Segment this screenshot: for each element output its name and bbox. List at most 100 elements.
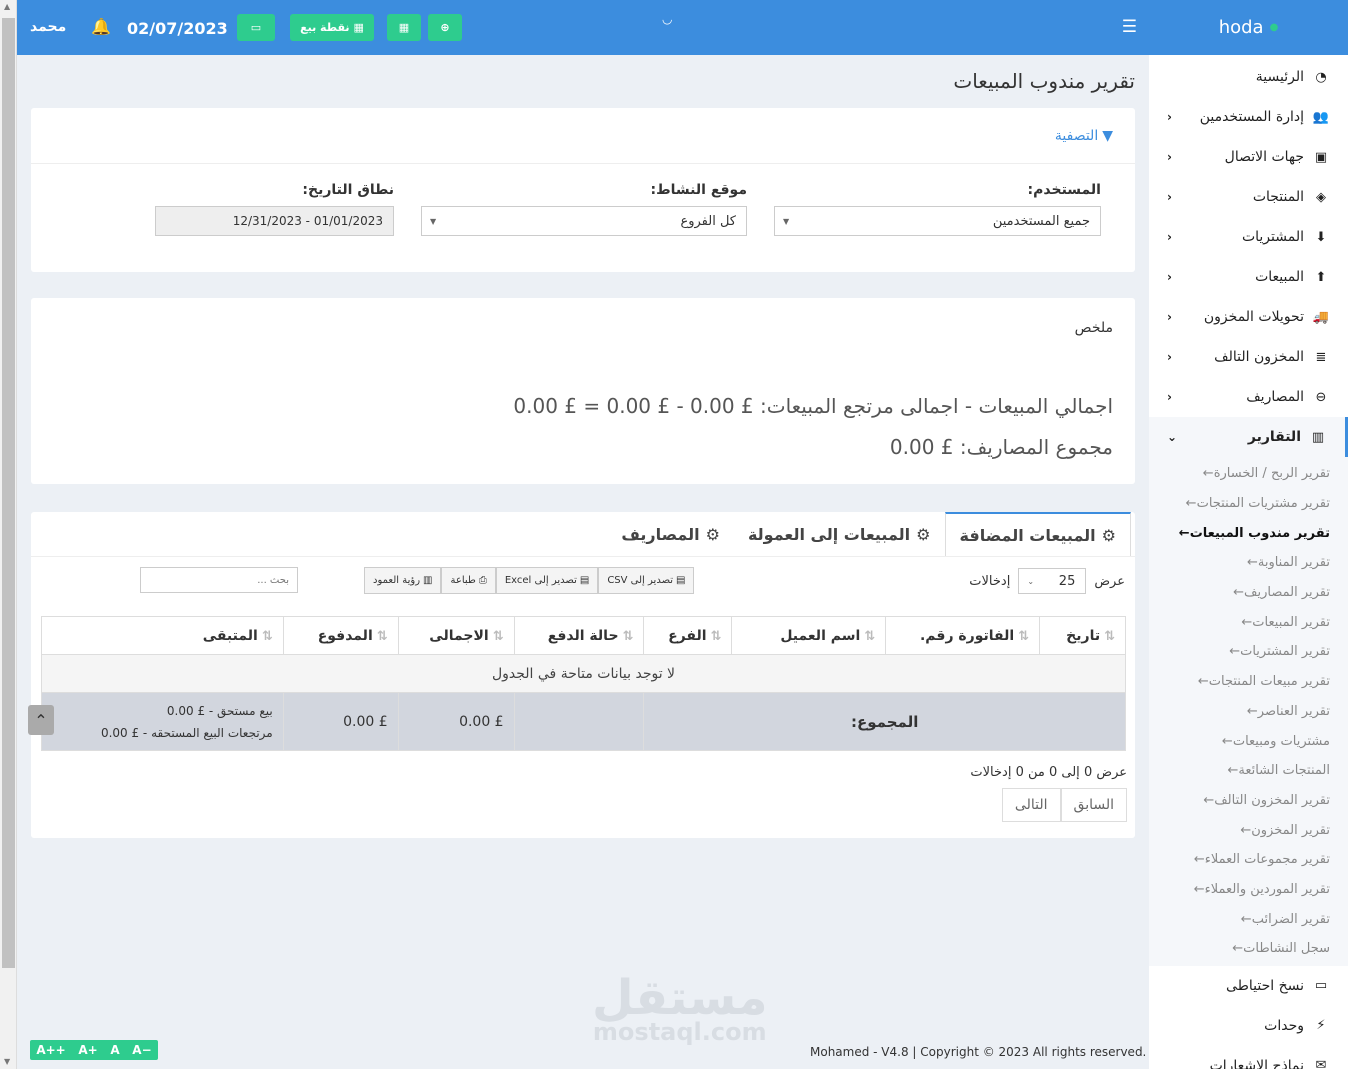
- column-header[interactable]: ⇅المدفوع: [282, 616, 399, 655]
- export-buttons: ▤ تصدير إلى CSV ▤ تصدير إلى Excel ⎙ طباع…: [364, 567, 695, 594]
- bell-icon[interactable]: 🔔: [91, 17, 111, 36]
- scrollbar-thumb[interactable]: [2, 18, 15, 968]
- report-link[interactable]: تقرير المناوبة ←: [1149, 548, 1348, 578]
- sidebar-bottom-item-0[interactable]: ▭ نسخ احتياطى: [1149, 966, 1348, 1006]
- calculator-button[interactable]: ▦: [387, 14, 421, 41]
- due-sell: بيع مستحق - £ 0.00: [166, 703, 273, 718]
- location-select[interactable]: كل الفروع ▼: [421, 206, 747, 236]
- sidebar-item-0[interactable]: ◔ الرئيسية: [1149, 57, 1348, 97]
- chevron-left-icon: ‹: [1167, 270, 1172, 284]
- watermark-latin: mostaql.com: [592, 1018, 767, 1046]
- sidebar-item-6[interactable]: 🚚 تحويلات المخزون ‹: [1149, 297, 1348, 337]
- sidebar-bottom-item-1[interactable]: ⚡ وحدات: [1149, 1006, 1348, 1046]
- font-size-button[interactable]: A++: [36, 1043, 65, 1057]
- prev-page-button[interactable]: السابق: [1060, 788, 1127, 822]
- report-link[interactable]: تقرير المبيعات ←: [1149, 607, 1348, 637]
- table-header-row: ⇅تاريخ ⇅الفاتورة رقم. ⇅اسم العميل ⇅الفرع ⇅حا…: [41, 616, 1126, 655]
- tabs: ⚙ المبيعات المضافة ⚙ المبيعات إلى العمول…: [607, 512, 1131, 556]
- sidebar-item-1[interactable]: 👥 إدارة المستخدمين ‹: [1149, 97, 1348, 137]
- report-link[interactable]: تقرير المخزون ←: [1149, 815, 1348, 845]
- report-link[interactable]: تقرير المصاريف ←: [1149, 578, 1348, 608]
- add-button[interactable]: ⊕: [428, 14, 462, 41]
- report-link-label: تقرير المخزون التالف: [1214, 792, 1330, 808]
- arrow-left-icon: ←: [1202, 466, 1214, 482]
- sort-icon: ⇅: [1018, 628, 1030, 644]
- entries-select[interactable]: 25 ⌄: [1018, 568, 1087, 594]
- sidebar-item-7[interactable]: ≣ المخزون التالف ‹: [1149, 337, 1348, 377]
- report-link[interactable]: تقرير المشتريات ←: [1149, 637, 1348, 667]
- report-link[interactable]: تقرير الربح / الخسارة ←: [1149, 459, 1348, 489]
- sidebar-bottom-item-2[interactable]: ✉ نماذج الإشعارات: [1149, 1046, 1348, 1069]
- report-link[interactable]: تقرير مبيعات المنتجات ←: [1149, 667, 1348, 697]
- column-header[interactable]: ⇅حالة الدفع: [513, 616, 645, 655]
- footer-copyright: Mohamed - V4.8 | Copyright © 2023 All ri…: [810, 1045, 1147, 1059]
- report-link[interactable]: مشتريات ومبيعات ←: [1149, 726, 1348, 756]
- report-link-label: تقرير المناوبة: [1257, 555, 1330, 571]
- user-filter: المستخدم: جميع المستخدمين ▼: [774, 182, 1101, 236]
- sidebar-item-4[interactable]: ⬇ المشتريات ‹: [1149, 217, 1348, 257]
- column-header[interactable]: ⇅الاجمالى: [397, 616, 515, 655]
- column-header-label: الاجمالى: [429, 627, 489, 644]
- search-input[interactable]: [140, 567, 298, 593]
- arrow-down-circle-icon: ⬇: [1315, 229, 1327, 245]
- font-size-button[interactable]: A−: [132, 1043, 151, 1057]
- sidebar-item-label: نماذج الإشعارات: [1209, 1057, 1304, 1069]
- column-header[interactable]: ⇅الفاتورة رقم.: [885, 616, 1041, 655]
- page-title: تقرير مندوب المبيعات: [953, 69, 1135, 93]
- filter-toggle[interactable]: ▼ التصفية: [31, 108, 1135, 164]
- next-page-button[interactable]: التالى: [1001, 788, 1061, 822]
- entries-value: 25: [1058, 573, 1076, 589]
- scroll-to-top-button[interactable]: ⌃: [28, 705, 54, 735]
- column-header[interactable]: ⇅اسم العميل: [731, 616, 887, 655]
- report-link[interactable]: تقرير الموردين والعملاء ←: [1149, 875, 1348, 905]
- tab-added-sales[interactable]: ⚙ المبيعات المضافة: [944, 512, 1131, 556]
- sidebar-item-8[interactable]: ⊖ المصاريف ‹: [1149, 377, 1348, 417]
- tabs-divider: [31, 556, 1135, 557]
- report-link-label: مشتريات ومبيعات: [1232, 733, 1330, 749]
- column-header[interactable]: ⇅تاريخ: [1039, 616, 1126, 655]
- location-filter: موقع النشاط: كل الفروع ▼: [421, 182, 747, 236]
- date-range-input[interactable]: 01/01/2023 - 12/31/2023: [155, 206, 394, 236]
- user-menu[interactable]: محمد: [30, 19, 66, 35]
- tab-expenses[interactable]: ⚙ المصاريف: [607, 512, 734, 556]
- print-button[interactable]: ⎙ طباعة: [441, 567, 496, 594]
- sidebar-item-2[interactable]: ▣ جهات الاتصال ‹: [1149, 137, 1348, 177]
- export-csv-button[interactable]: ▤ تصدير إلى CSV: [598, 567, 695, 594]
- report-link[interactable]: تقرير الضرائب ←: [1149, 904, 1348, 934]
- current-date: 02/07/2023: [127, 19, 228, 38]
- column-visibility-button[interactable]: ▥ رؤية العمود: [364, 567, 442, 594]
- report-link[interactable]: تقرير مندوب المبيعات ←: [1149, 518, 1348, 548]
- show-label: عرض: [1094, 573, 1125, 589]
- sidebar-item-5[interactable]: ⬆ المبيعات ‹: [1149, 257, 1348, 297]
- sidebar-item-9[interactable]: ▥ التقارير ⌄: [1149, 417, 1348, 457]
- font-size-button[interactable]: A: [110, 1043, 119, 1057]
- sort-icon: ⇅: [864, 628, 876, 644]
- brand[interactable]: ● hoda: [1149, 0, 1348, 55]
- report-link[interactable]: سجل النشاطات ←: [1149, 934, 1348, 964]
- tab-commission-sales[interactable]: ⚙ المبيعات إلى العمولة: [734, 512, 945, 556]
- menu-icon[interactable]: ☰: [1122, 17, 1137, 37]
- scroll-down-arrow-icon[interactable]: ▼: [4, 1057, 10, 1066]
- report-link[interactable]: تقرير مجموعات العملاء ←: [1149, 845, 1348, 875]
- scroll-up-arrow-icon[interactable]: ▲: [4, 2, 10, 11]
- money-button[interactable]: ▭: [237, 14, 275, 41]
- filter-heading: التصفية: [1054, 127, 1099, 144]
- date-filter: نطاق التاريخ: 01/01/2023 - 12/31/2023: [155, 182, 394, 236]
- report-link[interactable]: تقرير العناصر ←: [1149, 697, 1348, 727]
- report-link[interactable]: تقرير مشتريات المنتجات ←: [1149, 489, 1348, 519]
- pos-button[interactable]: نقطة بيع ▦: [290, 14, 374, 41]
- gear-icon: ⚙: [705, 524, 720, 544]
- total-paid: £ 0.00: [282, 692, 399, 751]
- report-link[interactable]: المنتجات الشائعة ←: [1149, 756, 1348, 786]
- sidebar-item-label: المبيعات: [1255, 269, 1304, 285]
- arrow-left-icon: ←: [1178, 525, 1190, 541]
- report-link-label: تقرير الموردين والعملاء: [1204, 881, 1330, 897]
- font-size-button[interactable]: A+: [78, 1043, 97, 1057]
- export-excel-button[interactable]: ▤ تصدير إلى Excel: [495, 567, 599, 594]
- column-header[interactable]: ⇅المتبقى: [41, 616, 284, 655]
- user-select[interactable]: جميع المستخدمين ▼: [774, 206, 1101, 236]
- column-header[interactable]: ⇅الفرع: [643, 616, 733, 655]
- page-scrollbar[interactable]: ▲ ▼: [0, 0, 17, 1069]
- sidebar-item-3[interactable]: ◈ المنتجات ‹: [1149, 177, 1348, 217]
- report-link[interactable]: تقرير المخزون التالف ←: [1149, 786, 1348, 816]
